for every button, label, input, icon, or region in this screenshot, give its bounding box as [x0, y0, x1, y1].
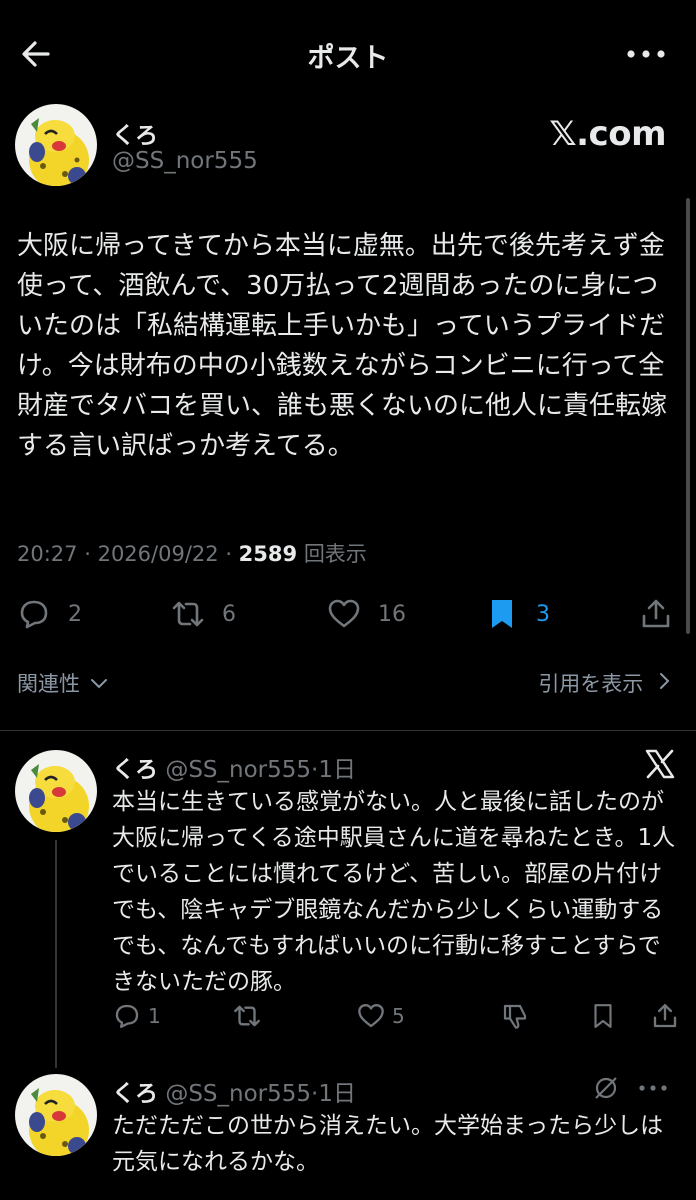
reply-share-button[interactable]	[650, 998, 680, 1034]
reply-dislike-button[interactable]	[500, 998, 530, 1034]
meta-separator: ·	[84, 542, 98, 566]
related-row: 関連性 引用を表示	[0, 668, 696, 708]
bookmark-button[interactable]: 3	[484, 592, 550, 636]
reply-author-handle[interactable]: @SS_nor555	[165, 757, 311, 783]
reply-author-name[interactable]: くろ	[112, 757, 158, 783]
post-time: 20:27	[17, 542, 78, 566]
x-logo-icon	[645, 749, 675, 779]
top-bar: ポスト	[0, 0, 696, 108]
like-button[interactable]: 16	[326, 592, 406, 636]
reply-time: 1日	[318, 757, 356, 783]
views-count: 2589	[238, 542, 298, 566]
views-label: 回表示	[303, 542, 367, 566]
heart-icon	[328, 599, 360, 628]
reply-icon	[115, 1004, 139, 1028]
chevron-down-icon	[90, 679, 107, 689]
share-icon	[642, 599, 670, 628]
bookmark-icon	[594, 1004, 612, 1028]
reply-count: 2	[68, 601, 82, 627]
reply-like-count: 5	[392, 1004, 405, 1028]
bookmark-filled-icon	[492, 600, 512, 628]
reply-reply-button[interactable]: 1	[112, 998, 161, 1034]
avatar-image	[15, 104, 97, 186]
reply-header: くろ @SS_nor555·1日	[112, 750, 356, 784]
share-button[interactable]	[638, 592, 674, 636]
reply-like-button[interactable]: 5	[356, 998, 405, 1034]
reply-icon	[20, 600, 48, 629]
repost-count: 6	[222, 601, 236, 627]
reply-avatar[interactable]	[15, 1074, 97, 1156]
reply-author-name[interactable]: くろ	[112, 1081, 158, 1107]
sort-relevance-dropdown[interactable]: 関連性	[17, 668, 109, 698]
post-text: 大阪に帰ってきてから本当に虚無。出先で後先考えず金使って、酒飲んで、30万払って…	[17, 231, 668, 461]
avatar-image	[15, 750, 97, 832]
post-meta: 20:27 · 2026/09/22 · 2589 回表示	[17, 538, 367, 568]
reply-text: 本当に生きている感覚がない。人と最後に話したのが大阪に帰ってくる途中駅員さんに道…	[112, 789, 676, 995]
thumbs-down-icon	[503, 1004, 527, 1029]
reply-button[interactable]: 2	[16, 592, 82, 636]
view-quotes-label: 引用を表示	[538, 672, 644, 696]
section-divider	[0, 730, 696, 731]
more-options-icon[interactable]	[639, 1085, 667, 1091]
scrollbar[interactable]	[686, 198, 690, 634]
reply-time: 1日	[318, 1081, 356, 1107]
author-handle[interactable]: @SS_nor555	[112, 148, 258, 174]
avatar-image	[15, 1074, 97, 1156]
meta-separator: ·	[225, 542, 239, 566]
reply-actions: 1 5	[0, 998, 696, 1034]
page-title: ポスト	[307, 43, 389, 74]
grok-icon[interactable]	[595, 1077, 617, 1099]
reply-text: ただただこの世から消えたい。大学始まったら少しは元気になれるかな。	[112, 1113, 664, 1175]
sort-label: 関連性	[17, 672, 80, 696]
brand-logo: 𝕏.com	[549, 114, 666, 154]
repost-icon	[234, 1005, 260, 1027]
reply-author-handle[interactable]: @SS_nor555	[165, 1081, 311, 1107]
reply-header-icons	[595, 1077, 667, 1099]
more-options-icon[interactable]	[626, 44, 666, 64]
post-date: 2026/09/22	[97, 542, 219, 566]
author-name[interactable]: くろ	[112, 116, 158, 150]
reply-bookmark-button[interactable]	[588, 998, 618, 1034]
reply-reply-count: 1	[148, 1004, 161, 1028]
like-count: 16	[378, 601, 406, 627]
repost-button[interactable]: 6	[170, 592, 236, 636]
author-avatar[interactable]	[15, 104, 97, 186]
post-actions: 2 6 16 3	[0, 592, 696, 636]
heart-icon	[358, 1004, 384, 1028]
view-quotes-link[interactable]: 引用を表示	[538, 668, 672, 698]
bookmark-count: 3	[536, 601, 550, 627]
reply-avatar[interactable]	[15, 750, 97, 832]
repost-icon	[172, 601, 204, 627]
share-icon	[653, 1004, 677, 1028]
reply-repost-button[interactable]	[232, 998, 262, 1034]
chevron-right-icon	[660, 673, 670, 689]
reply-header: くろ @SS_nor555·1日	[112, 1074, 356, 1108]
